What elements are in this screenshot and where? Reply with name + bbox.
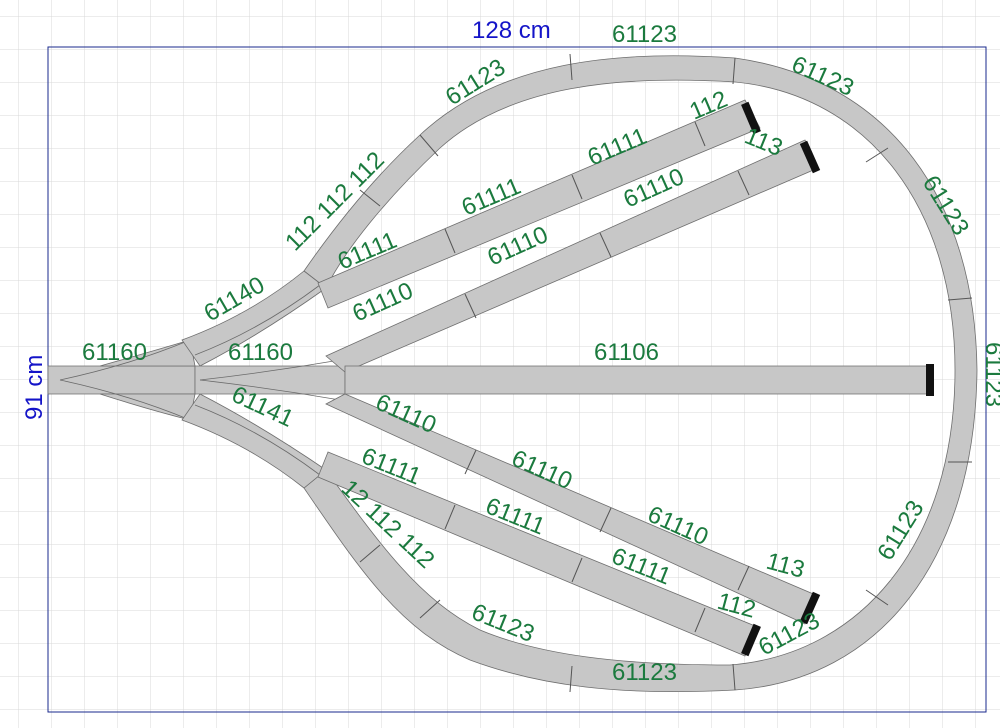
part-label-61160-entry: 61160 [82, 339, 147, 366]
part-label-61123-top: 61123 [612, 21, 677, 48]
part-label-61123-bottom: 61123 [612, 659, 677, 686]
board-height-label: 91 cm [21, 355, 48, 420]
buffer-stop-main [926, 364, 934, 396]
part-label-61106: 61106 [594, 339, 659, 366]
part-label-61123-right-edge: 61123 [980, 342, 1000, 407]
board-width-label: 128 cm [472, 17, 551, 44]
track-plan-canvas: 128 cm 91 cm 61160 61160 61106 61140 611… [0, 0, 1000, 728]
part-label-61160-second: 61160 [228, 339, 293, 366]
main-straight-track [344, 365, 931, 395]
